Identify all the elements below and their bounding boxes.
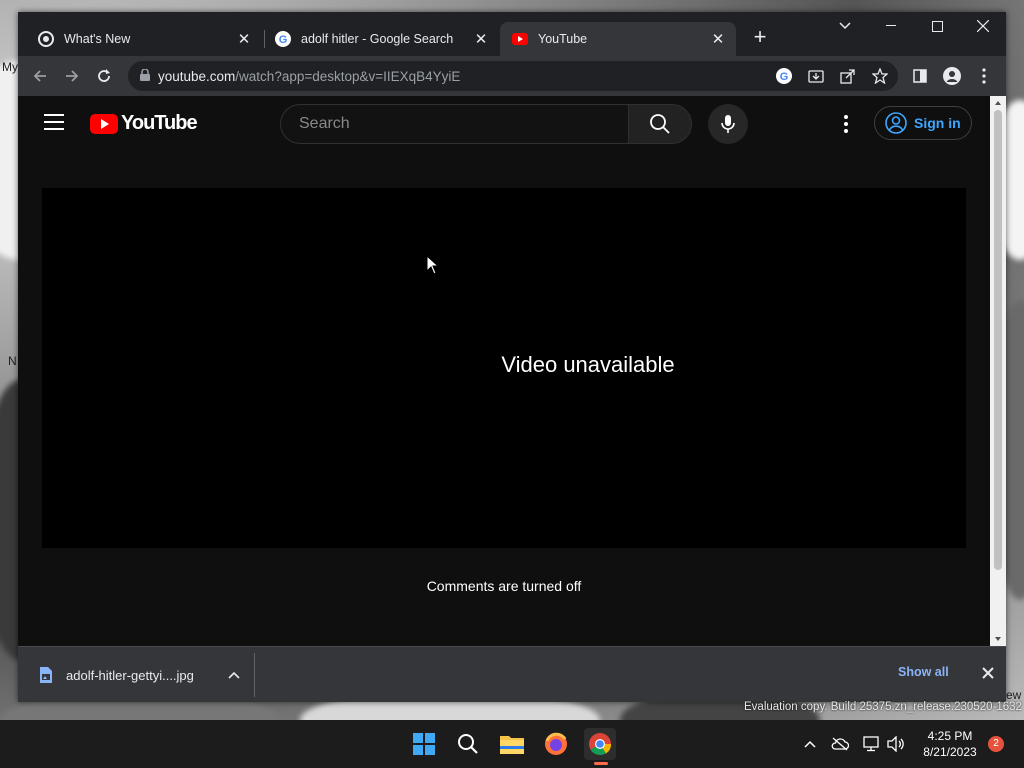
settings-menu-icon[interactable] bbox=[834, 112, 858, 136]
onedrive-offline-icon[interactable] bbox=[830, 734, 850, 754]
search-icon bbox=[650, 114, 670, 134]
tab-title: YouTube bbox=[538, 32, 588, 46]
close-shelf-icon[interactable] bbox=[978, 663, 998, 683]
profile-icon[interactable] bbox=[938, 62, 966, 90]
divider bbox=[254, 653, 255, 697]
close-tab-icon[interactable]: ✕ bbox=[234, 29, 254, 49]
taskbar: 4:25 PM 8/21/2023 bbox=[0, 720, 1024, 768]
tab-google-search[interactable]: G adolf hitler - Google Search ✕ bbox=[263, 22, 499, 56]
download-filename: adolf-hitler-gettyi....jpg bbox=[66, 667, 194, 683]
youtube-icon bbox=[512, 31, 528, 47]
show-all-downloads-button[interactable]: Show all bbox=[898, 665, 949, 679]
chrome-icon bbox=[38, 31, 54, 47]
firefox-icon[interactable] bbox=[540, 728, 572, 760]
share-icon[interactable] bbox=[838, 66, 858, 86]
tab-title: adolf hitler - Google Search bbox=[301, 32, 454, 46]
youtube-logo[interactable]: YouTube bbox=[90, 112, 198, 135]
close-window-button[interactable] bbox=[960, 12, 1006, 40]
google-icon: G bbox=[275, 31, 291, 47]
search-box bbox=[280, 104, 630, 144]
svg-text:G: G bbox=[279, 34, 288, 46]
start-icon[interactable] bbox=[408, 728, 440, 760]
sign-in-label: Sign in bbox=[914, 115, 961, 131]
active-app-indicator bbox=[594, 762, 608, 765]
search-icon[interactable] bbox=[452, 728, 484, 760]
forward-button[interactable] bbox=[58, 62, 86, 90]
youtube-header: YouTube Sign in bbox=[18, 96, 990, 152]
download-item[interactable]: adolf-hitler-gettyi....jpg bbox=[18, 647, 254, 703]
sign-in-button[interactable]: Sign in bbox=[874, 106, 972, 140]
search-button[interactable] bbox=[628, 104, 692, 144]
tab-strip: What's New ✕ G adolf hitler - Google Sea… bbox=[18, 12, 1006, 56]
video-player[interactable]: Video unavailable bbox=[42, 188, 966, 548]
browser-window: What's New ✕ G adolf hitler - Google Sea… bbox=[18, 12, 1006, 702]
tab-title: What's New bbox=[64, 32, 131, 46]
url-path: /watch?app=desktop&v=IIEXqB4YyiE bbox=[235, 68, 461, 84]
youtube-wordmark: YouTube bbox=[121, 112, 198, 134]
back-button[interactable] bbox=[26, 62, 54, 90]
chrome-icon[interactable] bbox=[584, 728, 616, 760]
search-input[interactable] bbox=[297, 114, 601, 134]
reload-button[interactable] bbox=[90, 62, 118, 90]
youtube-play-icon bbox=[90, 113, 118, 134]
notification-badge[interactable]: 2 bbox=[988, 736, 1004, 752]
page-scrollbar[interactable] bbox=[990, 96, 1006, 646]
clock-date: 8/21/2023 bbox=[923, 745, 977, 759]
tab-search-icon[interactable] bbox=[822, 12, 868, 40]
clock-time: 4:25 PM bbox=[927, 729, 973, 743]
comments-status: Comments are turned off bbox=[426, 578, 582, 594]
show-hidden-icons-chevron-icon[interactable] bbox=[800, 734, 820, 754]
url-domain: youtube.com bbox=[158, 68, 236, 84]
desktop-icon-label[interactable]: ew bbox=[1006, 688, 1021, 702]
lock-icon[interactable] bbox=[140, 67, 150, 84]
evaluation-watermark: Evaluation copy. Build 25375.zn_release.… bbox=[744, 701, 1022, 713]
download-shelf: adolf-hitler-gettyi....jpg Show all bbox=[18, 646, 1006, 702]
file-explorer-icon[interactable] bbox=[496, 728, 528, 760]
voice-search-button[interactable] bbox=[708, 104, 748, 144]
chevron-up-icon[interactable] bbox=[228, 671, 240, 679]
close-tab-icon[interactable]: ✕ bbox=[708, 29, 728, 49]
youtube-page: YouTube Sign in Video unavailable bbox=[18, 96, 990, 646]
close-tab-icon[interactable]: ✕ bbox=[471, 29, 491, 49]
tab-whats-new[interactable]: What's New ✕ bbox=[26, 22, 262, 56]
install-app-icon[interactable] bbox=[806, 66, 826, 86]
bookmark-star-icon[interactable] bbox=[870, 66, 890, 86]
network-icon[interactable] bbox=[862, 734, 882, 754]
browser-menu-icon[interactable] bbox=[970, 62, 998, 90]
svg-text:G: G bbox=[780, 71, 789, 83]
mouse-cursor-icon bbox=[426, 254, 440, 280]
google-lens-icon[interactable]: G bbox=[774, 66, 794, 86]
side-panel-icon[interactable] bbox=[906, 62, 934, 90]
account-icon bbox=[885, 112, 907, 134]
volume-icon[interactable] bbox=[886, 734, 906, 754]
address-bar[interactable]: youtube.com/watch?app=desktop&v=IIEXqB4Y… bbox=[128, 61, 898, 91]
microphone-icon bbox=[721, 115, 735, 133]
browser-toolbar: youtube.com/watch?app=desktop&v=IIEXqB4Y… bbox=[18, 56, 1006, 96]
video-unavailable-message: Video unavailable bbox=[501, 352, 675, 377]
desktop-icon-label[interactable]: N bbox=[8, 354, 17, 368]
scrollbar-thumb[interactable] bbox=[994, 110, 1002, 570]
taskbar-clock[interactable]: 4:25 PM 8/21/2023 bbox=[910, 728, 990, 760]
maximize-button[interactable] bbox=[914, 12, 960, 40]
hamburger-menu-icon[interactable] bbox=[44, 114, 64, 130]
desktop-icon-label[interactable]: My bbox=[2, 60, 18, 74]
tab-youtube[interactable]: YouTube ✕ bbox=[500, 22, 736, 56]
new-tab-button[interactable]: + bbox=[748, 26, 772, 50]
minimize-button[interactable] bbox=[868, 12, 914, 40]
image-file-icon bbox=[40, 667, 52, 683]
